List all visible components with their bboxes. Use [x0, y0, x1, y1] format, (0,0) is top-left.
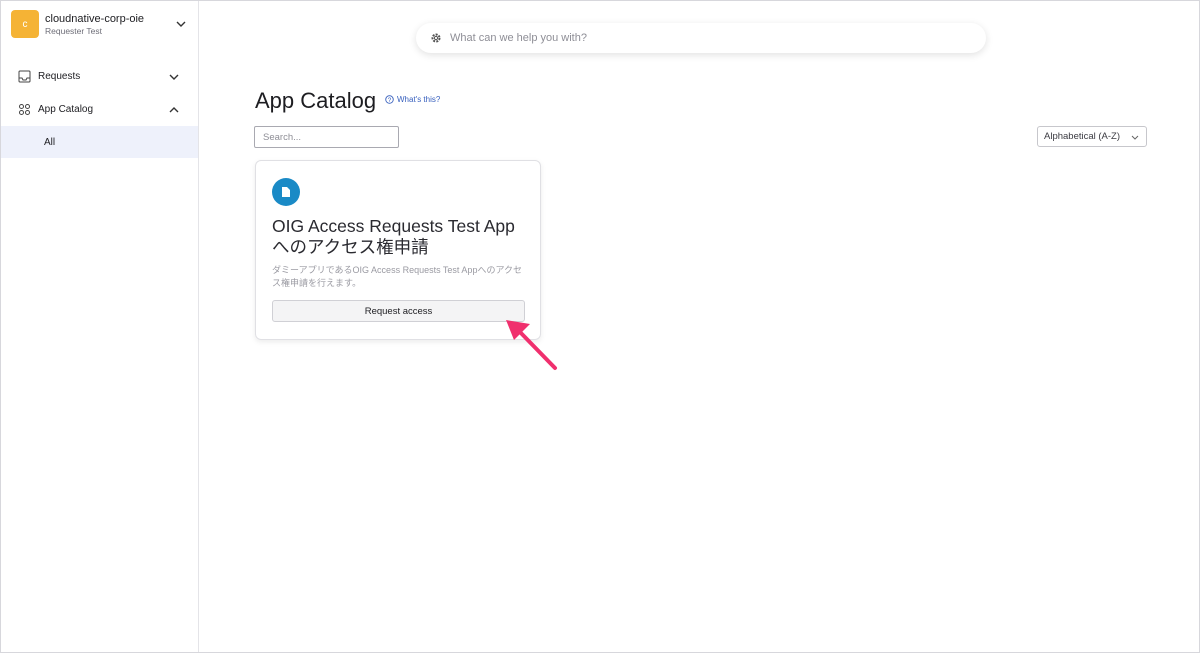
org-name: cloudnative-corp-oie: [45, 12, 145, 25]
sidebar-item-label: App Catalog: [38, 104, 94, 115]
svg-text:?: ?: [388, 97, 392, 104]
page-title: App Catalog: [255, 88, 377, 113]
org-switcher[interactable]: c cloudnative-corp-oie Requester Test: [1, 1, 198, 47]
sidebar-item-requests[interactable]: Requests: [1, 60, 198, 93]
app-title-line1: OIG Access Requests Test App: [272, 216, 515, 236]
whats-this-label: What's this?: [397, 95, 441, 104]
org-logo: c: [11, 10, 39, 38]
annotation-arrow-icon: [506, 320, 557, 370]
sort-select[interactable]: Alphabetical (A-Z): [1037, 126, 1147, 147]
app-description: ダミーアプリであるOIG Access Requests Test Appへのア…: [272, 265, 522, 288]
sidebar-subitem-all[interactable]: All: [1, 126, 198, 158]
sort-value: Alphabetical (A-Z): [1044, 131, 1121, 142]
whats-this-link[interactable]: ? What's this?: [385, 95, 440, 104]
sidebar-item-label: Requests: [38, 71, 81, 82]
app-title: OIG Access Requests Test App へのアクセス権申請: [272, 216, 524, 258]
sidebar: c cloudnative-corp-oie Requester Test Re…: [1, 1, 199, 652]
global-search-placeholder: What can we help you with?: [450, 32, 587, 44]
request-access-button[interactable]: Request access: [272, 300, 525, 322]
inbox-icon: [18, 70, 31, 83]
sidebar-item-app-catalog[interactable]: App Catalog: [1, 93, 198, 126]
app-title-line2: へのアクセス権申請: [272, 237, 429, 257]
gear-icon: [431, 33, 441, 43]
chevron-down-icon[interactable]: [174, 17, 188, 31]
chevron-down-icon[interactable]: [167, 70, 181, 84]
catalog-search-input[interactable]: Search...: [254, 126, 399, 148]
chevron-up-icon[interactable]: [167, 103, 181, 117]
help-icon: ?: [385, 95, 394, 104]
org-subtitle: Requester Test: [45, 25, 103, 36]
chevron-down-icon: [1131, 135, 1139, 140]
grid-icon: [19, 104, 30, 115]
document-icon: [272, 178, 300, 206]
app-card: OIG Access Requests Test App へのアクセス権申請 ダ…: [255, 160, 541, 340]
global-search-input[interactable]: What can we help you with?: [416, 23, 986, 53]
